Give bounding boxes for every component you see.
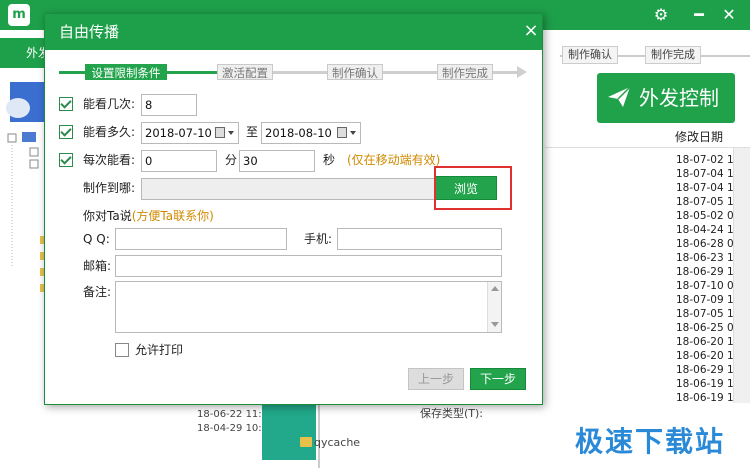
- dropdown-arrow-icon[interactable]: [350, 131, 356, 135]
- bg-date-a: 18-06-22 11:: [197, 409, 262, 420]
- per-view-checkbox[interactable]: [59, 153, 73, 167]
- view-times-input[interactable]: 8: [141, 94, 197, 116]
- per-view-seconds-input[interactable]: 30: [239, 150, 315, 172]
- bg-step-finish: 制作完成: [645, 46, 701, 64]
- calendar-icon[interactable]: [337, 127, 347, 138]
- email-label: 邮箱:: [83, 259, 112, 273]
- qq-label: Q Q:: [83, 232, 110, 246]
- step-arrow-icon: [517, 66, 527, 78]
- free-share-dialog: 自由传播 × 设置限制条件 激活配置 制作确认 制作完成 能看几次: 8 能看多…: [44, 13, 543, 405]
- next-step-button[interactable]: 下一步: [470, 368, 526, 390]
- settings-gear-icon[interactable]: ⚙: [650, 4, 672, 26]
- dropdown-arrow-icon[interactable]: [228, 131, 234, 135]
- out-control-label: 外发控制: [639, 86, 719, 110]
- watermark-logo: 极速下载站: [575, 425, 726, 458]
- email-input[interactable]: [115, 255, 502, 277]
- scroll-up-icon[interactable]: [491, 286, 499, 291]
- step-set-limits: 设置限制条件: [85, 64, 167, 80]
- bg-save-type-label: 保存类型(T):: [420, 407, 484, 420]
- output-path-input[interactable]: [141, 178, 435, 200]
- date-range-to-label: 至: [246, 125, 259, 139]
- filelist-header-modified[interactable]: 修改日期: [545, 126, 750, 148]
- notes-label: 备注:: [83, 285, 112, 299]
- view-duration-checkbox[interactable]: [59, 125, 73, 139]
- phone-label: 手机:: [304, 232, 333, 246]
- qq-input[interactable]: [115, 228, 287, 250]
- allow-print-label: 允许打印: [135, 343, 184, 357]
- browse-highlight-box: [434, 166, 512, 210]
- end-date-value: 2018-08-10: [265, 126, 332, 140]
- dialog-title: 自由传播: [59, 23, 120, 41]
- notes-textarea[interactable]: [115, 281, 502, 333]
- bg-folder-name[interactable]: qycache: [314, 436, 360, 449]
- step-confirm: 制作确认: [327, 64, 383, 80]
- notes-scrollbar[interactable]: [487, 282, 501, 332]
- minimize-icon[interactable]: ━: [688, 4, 710, 26]
- view-times-label: 能看几次:: [83, 97, 136, 111]
- app-close-icon[interactable]: ✕: [718, 4, 740, 26]
- bg-date-b: 18-04-29 10:: [197, 423, 262, 434]
- bg-step-confirm: 制作确认: [562, 46, 618, 64]
- say-to-ta-label: 你对Ta说(方便Ta联系你): [83, 206, 214, 226]
- scroll-down-icon[interactable]: [491, 322, 499, 327]
- step-finish: 制作完成: [437, 64, 493, 80]
- folder-tree-icon: [7, 132, 46, 292]
- say-to-ta-text: 你对Ta说: [83, 209, 132, 223]
- app-logo-icon: m: [8, 4, 30, 26]
- filelist-scrollbar[interactable]: [733, 148, 750, 403]
- send-plane-icon: [608, 86, 631, 107]
- mobile-only-note: (仅在移动端有效): [347, 153, 441, 167]
- calendar-icon[interactable]: [215, 127, 225, 138]
- step-activate-config: 激活配置: [217, 64, 273, 80]
- view-duration-label: 能看多久:: [83, 125, 136, 139]
- view-times-checkbox[interactable]: [59, 97, 73, 111]
- dialog-close-icon[interactable]: ×: [521, 20, 541, 42]
- per-view-minutes-input[interactable]: 0: [141, 150, 217, 172]
- seconds-unit-label: 秒: [323, 153, 336, 167]
- say-to-ta-hint: (方便Ta联系你): [131, 209, 214, 223]
- prev-step-button[interactable]: 上一步: [408, 368, 464, 390]
- folder-tree[interactable]: [4, 128, 46, 408]
- allow-print-checkbox[interactable]: [115, 343, 129, 357]
- make-to-label: 制作到哪:: [83, 181, 136, 195]
- per-view-label: 每次能看:: [83, 153, 136, 167]
- phone-input[interactable]: [337, 228, 502, 250]
- minutes-unit-label: 分: [225, 153, 238, 167]
- start-date-value: 2018-07-10: [145, 126, 212, 140]
- folder-icon: [300, 437, 312, 447]
- dialog-titlebar: 自由传播 ×: [45, 14, 542, 50]
